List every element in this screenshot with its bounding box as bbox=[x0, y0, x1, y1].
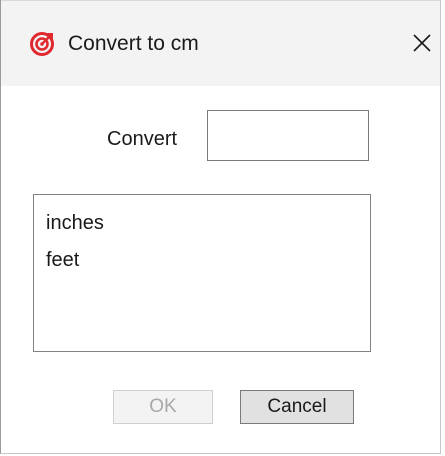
cancel-button[interactable]: Cancel bbox=[240, 390, 354, 424]
list-item-feet[interactable]: feet bbox=[34, 242, 370, 279]
close-icon bbox=[413, 34, 431, 52]
convert-dialog: Convert to cm Convert inches feet OK Can… bbox=[0, 0, 441, 454]
ok-button[interactable]: OK bbox=[113, 390, 213, 424]
unit-list[interactable]: inches feet bbox=[33, 194, 371, 352]
window-title: Convert to cm bbox=[68, 32, 199, 55]
close-button[interactable] bbox=[406, 27, 438, 59]
title-bar[interactable]: Convert to cm bbox=[1, 0, 440, 86]
convert-input[interactable] bbox=[207, 110, 369, 161]
list-item-inches[interactable]: inches bbox=[34, 205, 370, 242]
convert-label: Convert bbox=[107, 128, 178, 150]
target-icon bbox=[30, 32, 54, 56]
